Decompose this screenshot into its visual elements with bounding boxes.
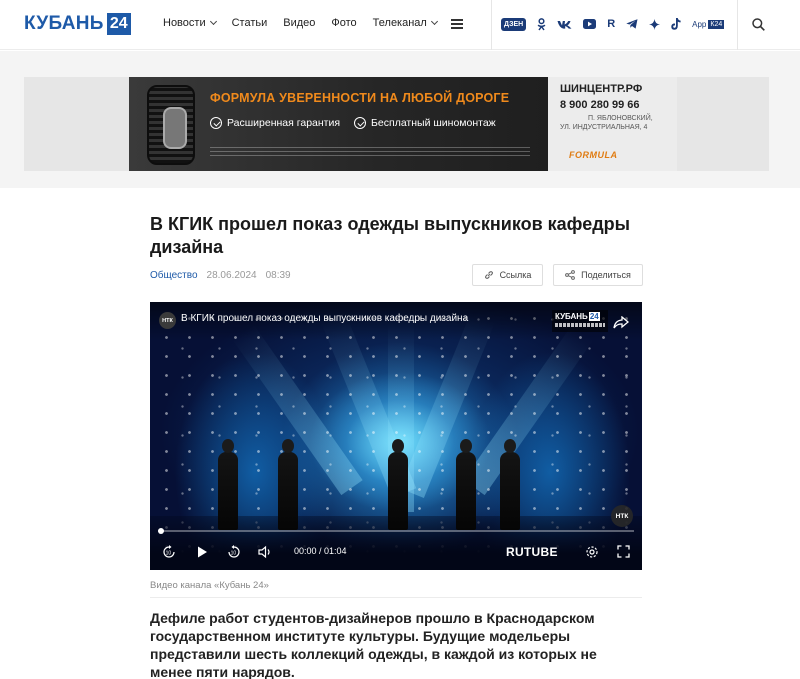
article-lead: Дефиле работ студентов-дизайнеров прошло… [150, 610, 597, 679]
share-icon [565, 270, 576, 280]
youtube-icon[interactable] [583, 19, 597, 29]
app-label: App [692, 19, 707, 29]
telegram-icon[interactable] [626, 19, 638, 29]
hamburger-menu-icon[interactable] [451, 19, 463, 29]
rutube-logo[interactable]: RUTUBE [506, 545, 558, 559]
tire-image [147, 85, 195, 165]
social-links: ДЗЕН R App К24 [501, 15, 725, 33]
check-circle-icon [354, 117, 367, 129]
volume-icon[interactable] [258, 545, 273, 559]
tiktok-icon[interactable] [671, 18, 681, 30]
runway-model [278, 439, 298, 530]
ad-site: ШИНЦЕНТР.РФ [560, 83, 643, 95]
logo-badge: 24 [106, 13, 131, 35]
ok-icon[interactable] [537, 17, 546, 31]
ad-features: Расширенная гарантия Бесплатный шиномонт… [210, 117, 510, 129]
ad-brand-logo: FORMULA [569, 150, 618, 160]
site-logo[interactable]: КУБАНЬ 24 [24, 13, 131, 35]
video-time: 00:00 / 01:04 [294, 546, 347, 556]
ad-banner[interactable]: ФОРМУЛА УВЕРЕННОСТИ НА ЛЮБОЙ ДОРОГЕ Расш… [129, 77, 677, 171]
runway-model [456, 439, 476, 530]
video-progress-bar[interactable] [158, 528, 634, 534]
channel-logo: КУБАНЬ 24 [555, 312, 600, 321]
ad-headline: ФОРМУЛА УВЕРЕННОСТИ НА ЛЮБОЙ ДОРОГЕ [210, 91, 510, 105]
nav-item-photo[interactable]: Фото [331, 17, 356, 29]
nav-item-news[interactable]: Новости [163, 17, 217, 29]
runway-model [218, 439, 238, 530]
channel-logo-num: 24 [588, 312, 600, 321]
nav-item-articles[interactable]: Статьи [232, 17, 268, 29]
play-icon[interactable] [196, 545, 208, 559]
channel-avatar[interactable]: НТК [159, 312, 176, 329]
link-icon [484, 271, 493, 279]
chevron-down-icon [430, 17, 438, 26]
ad-fine-print [210, 144, 530, 158]
forward-10-icon[interactable]: 10 [227, 545, 241, 559]
article-title: В КГИК прошел показ одежды выпускников к… [150, 214, 630, 257]
app-badge: К24 [708, 19, 725, 29]
nav-item-label: Фото [331, 17, 357, 29]
copy-link-button[interactable]: Ссылка [472, 264, 543, 286]
chevron-down-icon [209, 17, 217, 26]
ad-feature: Бесплатный шиномонтаж [354, 117, 496, 129]
settings-gear-icon[interactable] [585, 545, 599, 559]
video-controls: 10 10 [150, 538, 642, 566]
article-date: 28.06.2024 [206, 270, 257, 281]
ad-address-line1: П. ЯБЛОНОВСКИЙ, [588, 115, 653, 122]
runway-model [500, 439, 520, 530]
progress-knob[interactable] [158, 528, 164, 534]
app-download-link[interactable]: App К24 [692, 19, 725, 29]
svg-text:10: 10 [166, 550, 172, 556]
header-divider [491, 0, 492, 50]
article-category-link[interactable]: Общество [150, 270, 198, 281]
ad-feature: Расширенная гарантия [210, 117, 340, 129]
sparkle-icon[interactable] [649, 18, 661, 30]
main-nav: Новости Статьи Видео Фото Телеканал [163, 17, 453, 29]
nav-item-label: Новости [163, 17, 206, 29]
logo-text: КУБАНЬ [24, 13, 104, 34]
video-title[interactable]: В КГИК прошел показ одежды выпускников к… [181, 313, 468, 324]
ad-address-line2: УЛ. ИНДУСТРИАЛЬНАЯ, 4 [560, 124, 648, 131]
nav-item-label: Статьи [231, 17, 268, 29]
channel-logo-text: КУБАНЬ [555, 312, 588, 321]
search-icon[interactable] [752, 18, 765, 31]
svg-text:10: 10 [231, 550, 237, 556]
ad-phone: 8 900 280 99 66 [560, 99, 640, 111]
caption-divider [150, 597, 642, 598]
ad-feature-label: Бесплатный шиномонтаж [371, 117, 496, 129]
video-player[interactable]: НТК В КГИК прошел показ одежды выпускник… [150, 302, 642, 570]
channel-watermark: НТК [611, 505, 633, 527]
share-label: Поделиться [581, 270, 631, 280]
ad-container: ФОРМУЛА УВЕРЕННОСТИ НА ЛЮБОЙ ДОРОГЕ Расш… [24, 77, 769, 171]
fullscreen-icon[interactable] [617, 545, 630, 558]
ad-band: ФОРМУЛА УВЕРЕННОСТИ НА ЛЮБОЙ ДОРОГЕ Расш… [0, 51, 800, 188]
vk-icon[interactable] [557, 20, 572, 29]
nav-item-label: Видео [283, 17, 316, 29]
nav-item-label: Телеканал [372, 17, 427, 29]
runway-model [388, 439, 408, 530]
rewind-10-icon[interactable]: 10 [162, 545, 176, 559]
channel-subtitle-text [555, 323, 605, 327]
share-button[interactable]: Поделиться [553, 264, 643, 286]
dzen-link[interactable]: ДЗЕН [501, 17, 527, 31]
ad-feature-label: Расширенная гарантия [227, 117, 341, 129]
check-circle-icon [210, 117, 222, 129]
nav-item-tvchannel[interactable]: Телеканал [372, 17, 438, 29]
video-share-icon[interactable] [613, 316, 629, 329]
header-divider [737, 0, 738, 50]
article-time: 08:39 [265, 270, 291, 281]
rutube-icon[interactable]: R [607, 18, 615, 30]
ad-banner-left: ФОРМУЛА УВЕРЕННОСТИ НА ЛЮБОЙ ДОРОГЕ Расш… [129, 77, 548, 171]
nav-item-video[interactable]: Видео [283, 17, 315, 29]
dzen-icon: ДЗЕН [501, 17, 527, 31]
article-meta: Общество 28.06.2024 08:39 [150, 270, 300, 281]
channel-logo-overlay: КУБАНЬ 24 [552, 310, 608, 332]
ad-banner-right: ШИНЦЕНТР.РФ 8 900 280 99 66 П. ЯБЛОНОВСК… [548, 77, 677, 171]
video-caption: Видео канала «Кубань 24» [150, 580, 269, 591]
copy-link-label: Ссылка [499, 270, 532, 280]
site-header: КУБАНЬ 24 Новости Статьи Видео Фото Теле… [0, 0, 800, 50]
